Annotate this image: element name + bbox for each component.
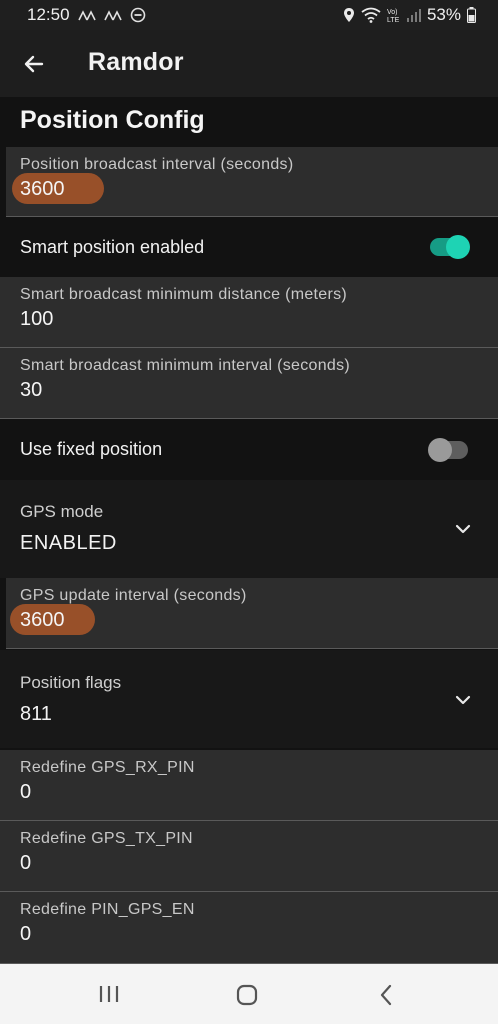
signal-icon bbox=[406, 8, 421, 22]
smart-min-distance-field[interactable]: Smart broadcast minimum distance (meters… bbox=[0, 277, 498, 348]
back-nav-button[interactable] bbox=[378, 984, 394, 1006]
notification-icon bbox=[103, 9, 122, 21]
svg-text:LTE: LTE bbox=[387, 17, 400, 24]
gps-mode-value: ENABLED bbox=[20, 532, 117, 554]
pin-gps-en-field[interactable]: Redefine PIN_GPS_EN 0 bbox=[0, 892, 498, 964]
broadcast-interval-field[interactable]: Position broadcast interval (seconds) 36… bbox=[6, 147, 498, 217]
gps-update-interval-field[interactable]: GPS update interval (seconds) 3600 bbox=[6, 578, 498, 649]
notification-icon bbox=[77, 9, 96, 21]
chevron-down-icon bbox=[455, 695, 471, 705]
battery-percent: 53% bbox=[426, 5, 461, 24]
do-not-disturb-icon bbox=[130, 7, 146, 23]
back-arrow-icon bbox=[24, 55, 44, 73]
position-flags-value: 811 bbox=[20, 703, 52, 725]
gps-update-interval-value[interactable]: 3600 bbox=[20, 609, 65, 632]
position-flags-dropdown[interactable]: Position flags 811 bbox=[0, 650, 498, 748]
status-time: 12:50 bbox=[27, 5, 70, 24]
location-icon bbox=[343, 7, 355, 23]
gps-rx-pin-label: Redefine GPS_RX_PIN bbox=[20, 759, 195, 776]
smart-min-distance-label: Smart broadcast minimum distance (meters… bbox=[20, 286, 348, 303]
fixed-position-label: Use fixed position bbox=[20, 439, 163, 459]
volte-icon: Vo) LTE bbox=[387, 6, 401, 24]
broadcast-interval-value[interactable]: 3600 bbox=[20, 178, 65, 201]
smart-position-label: Smart position enabled bbox=[20, 237, 205, 257]
smart-min-interval-label: Smart broadcast minimum interval (second… bbox=[20, 357, 351, 374]
home-button[interactable] bbox=[236, 984, 258, 1006]
status-bar: 12:50 Vo) LTE 53% bbox=[0, 0, 498, 30]
smart-min-interval-value[interactable]: 30 bbox=[20, 379, 42, 402]
gps-tx-pin-field[interactable]: Redefine GPS_TX_PIN 0 bbox=[0, 821, 498, 892]
gps-mode-dropdown[interactable]: GPS mode ENABLED bbox=[0, 480, 498, 578]
smart-position-row[interactable]: Smart position enabled bbox=[0, 218, 498, 276]
toggle-thumb bbox=[428, 438, 452, 462]
broadcast-interval-label: Position broadcast interval (seconds) bbox=[20, 156, 294, 173]
battery-icon bbox=[467, 7, 476, 23]
gps-mode-label: GPS mode bbox=[20, 502, 104, 521]
system-nav-bar bbox=[0, 964, 498, 1024]
app-title: Ramdor bbox=[88, 48, 184, 76]
chevron-down-icon bbox=[455, 524, 471, 534]
fixed-position-row[interactable]: Use fixed position bbox=[0, 420, 498, 478]
gps-update-interval-label: GPS update interval (seconds) bbox=[20, 587, 247, 604]
app-bar: Ramdor bbox=[0, 30, 498, 97]
recent-apps-button[interactable] bbox=[98, 984, 120, 1004]
smart-min-distance-value[interactable]: 100 bbox=[20, 308, 53, 331]
gps-rx-pin-value[interactable]: 0 bbox=[20, 781, 31, 804]
smart-min-interval-field[interactable]: Smart broadcast minimum interval (second… bbox=[0, 348, 498, 419]
gps-rx-pin-field[interactable]: Redefine GPS_RX_PIN 0 bbox=[0, 750, 498, 821]
status-right: Vo) LTE 53% bbox=[343, 5, 476, 25]
wifi-icon bbox=[361, 7, 381, 23]
position-flags-label: Position flags bbox=[20, 673, 122, 692]
back-button[interactable] bbox=[18, 48, 50, 80]
svg-text:Vo): Vo) bbox=[387, 9, 398, 16]
gps-tx-pin-value[interactable]: 0 bbox=[20, 852, 31, 875]
pin-gps-en-label: Redefine PIN_GPS_EN bbox=[20, 901, 195, 918]
status-left: 12:50 bbox=[27, 5, 146, 25]
toggle-thumb bbox=[446, 235, 470, 259]
section-title: Position Config bbox=[20, 106, 205, 134]
pin-gps-en-value[interactable]: 0 bbox=[20, 923, 31, 946]
gps-tx-pin-label: Redefine GPS_TX_PIN bbox=[20, 830, 193, 847]
